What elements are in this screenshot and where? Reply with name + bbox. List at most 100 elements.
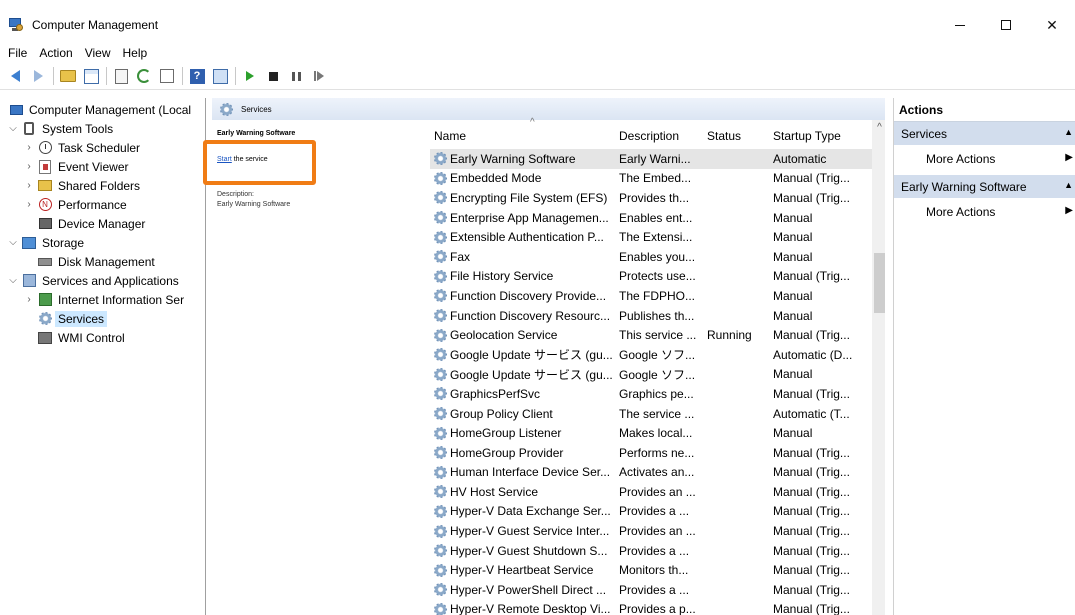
vertical-scrollbar[interactable]: ^	[872, 120, 885, 615]
table-row[interactable]: Hyper-V Heartbeat Service Monitors th... M…	[430, 560, 872, 580]
table-row[interactable]: Geolocation Service This service ... Runni…	[430, 325, 872, 345]
scrollbar-thumb[interactable]	[874, 253, 885, 313]
tree-item-services-and-applications[interactable]: ⌵ Services and Applications	[8, 271, 179, 290]
up-folder-icon	[60, 70, 76, 82]
table-row[interactable]: Enterprise App Managemen... Enables ent..…	[430, 208, 872, 228]
cell-description: Early Warni...	[619, 151, 691, 166]
minimize-button[interactable]	[937, 7, 983, 43]
cell-description: The Embed...	[619, 171, 692, 186]
actions-section-services[interactable]: Services ▲	[894, 122, 1075, 145]
extended-description-pane: Early Warning Software Start the service…	[212, 120, 422, 615]
table-row[interactable]: Hyper-V Data Exchange Ser... Provides a .…	[430, 502, 872, 522]
help-button[interactable]: ?	[186, 65, 208, 87]
table-row[interactable]: Group Policy Client The service ... Automa…	[430, 404, 872, 424]
close-button[interactable]: ✕	[1029, 7, 1075, 43]
chevron-right-icon[interactable]: ›	[24, 180, 34, 191]
window-controls: ✕	[937, 7, 1075, 43]
service-name: Extensible Authentication P...	[450, 230, 604, 245]
up-one-level-button[interactable]	[57, 65, 79, 87]
table-row[interactable]: Encrypting File System (EFS) Provides th.…	[430, 188, 872, 208]
service-name: Early Warning Software	[450, 151, 576, 166]
table-row[interactable]: HomeGroup Provider Performs ne... Manual (…	[430, 443, 872, 463]
menu-action[interactable]: Action	[33, 46, 78, 60]
menu-file[interactable]: File	[2, 46, 33, 60]
export-list-button[interactable]	[156, 65, 178, 87]
scroll-up-arrow-icon[interactable]: ^	[872, 120, 885, 136]
tree-item-shared-folders[interactable]: › Shared Folders	[24, 176, 140, 195]
properties-button[interactable]	[110, 65, 132, 87]
column-header-name[interactable]: Name	[430, 117, 615, 148]
column-header-description[interactable]: Description	[615, 129, 703, 148]
table-row[interactable]: Google Update サービス (gu... Google ソフ... Man…	[430, 365, 872, 385]
tree-item-disk-management[interactable]: Disk Management	[37, 252, 155, 271]
tree-item-storage[interactable]: ⌵ Storage	[8, 233, 84, 252]
forward-button[interactable]	[27, 65, 49, 87]
chevron-right-icon[interactable]: ›	[24, 294, 34, 305]
column-header-startup-type[interactable]: Startup Type	[769, 129, 872, 148]
chevron-down-icon[interactable]: ⌵	[8, 275, 18, 286]
menu-view[interactable]: View	[79, 46, 117, 60]
tree-item-label: Shared Folders	[58, 178, 141, 193]
chevron-down-icon[interactable]: ⌵	[8, 123, 18, 134]
table-row[interactable]: Function Discovery Provide... The FDPHO..…	[430, 286, 872, 306]
column-header-status[interactable]: Status	[703, 129, 769, 148]
service-name: File History Service	[450, 269, 554, 284]
tree-item-event-viewer[interactable]: › Event Viewer	[24, 157, 128, 176]
collapse-up-icon[interactable]: ▲	[1064, 127, 1073, 137]
chevron-right-icon[interactable]: ›	[24, 161, 34, 172]
table-row[interactable]: Function Discovery Resourc... Publishes t…	[430, 306, 872, 326]
table-row[interactable]: Hyper-V Guest Service Inter... Provides a…	[430, 521, 872, 541]
description-label: Description:	[217, 191, 254, 198]
table-row[interactable]: HomeGroup Listener Makes local... Manual	[430, 423, 872, 443]
service-gear-icon	[434, 152, 447, 166]
table-row[interactable]: HV Host Service Provides an ... Manual (Tr…	[430, 482, 872, 502]
table-row[interactable]: Early Warning Software Early Warni... Auto…	[430, 149, 872, 169]
action-more-actions[interactable]: More Actions ▶	[894, 145, 1075, 172]
table-row[interactable]: Fax Enables you... Manual	[430, 247, 872, 267]
cell-name: Hyper-V Guest Shutdown S...	[430, 544, 615, 558]
table-row[interactable]: Extensible Authentication P... The Extens…	[430, 227, 872, 247]
table-row[interactable]: Embedded Mode The Embed... Manual (Trig...	[430, 169, 872, 189]
cell-startup: Manual (Trig...	[773, 524, 850, 539]
tree-item-computer-management[interactable]: Computer Management (Local	[8, 100, 191, 119]
cell-description: Monitors th...	[619, 563, 689, 578]
service-name: Hyper-V Guest Service Inter...	[450, 524, 610, 539]
table-row[interactable]: Google Update サービス (gu... Google ソフ... Aut…	[430, 345, 872, 365]
back-button[interactable]	[4, 65, 26, 87]
tree-item-task-scheduler[interactable]: › Task Scheduler	[24, 138, 140, 157]
tree-item-performance[interactable]: › N Performance	[24, 195, 126, 214]
menu-help[interactable]: Help	[117, 46, 154, 60]
table-row[interactable]: File History Service Protects use... Manua…	[430, 267, 872, 287]
collapse-up-icon[interactable]: ▲	[1064, 180, 1073, 190]
service-gear-icon	[434, 524, 447, 538]
cell-name: Human Interface Device Ser...	[430, 465, 615, 479]
tree-item-device-manager[interactable]: Device Manager	[37, 214, 145, 233]
chevron-right-icon[interactable]: ›	[24, 142, 34, 153]
refresh-button[interactable]	[133, 65, 155, 87]
maximize-button[interactable]	[983, 7, 1029, 43]
table-row[interactable]: Hyper-V PowerShell Direct ... Provides a …	[430, 580, 872, 600]
action-label: More Actions	[926, 204, 996, 219]
table-row[interactable]: Hyper-V Guest Shutdown S... Provides a ..…	[430, 541, 872, 561]
resume-service-button[interactable]	[308, 65, 330, 87]
tree-item-services[interactable]: Services	[37, 309, 108, 328]
actions-section-early-warning-software[interactable]: Early Warning Software ▲	[894, 175, 1075, 198]
toolbar-separator	[106, 67, 107, 85]
tree-item-wmi-control[interactable]: WMI Control	[37, 328, 125, 347]
show-console-button[interactable]	[209, 65, 231, 87]
action-more-actions[interactable]: More Actions ▶	[894, 198, 1075, 225]
show-hide-tree-button[interactable]	[80, 65, 102, 87]
table-row[interactable]: Hyper-V Remote Desktop Vi... Provides a p…	[430, 600, 872, 615]
chevron-right-icon[interactable]: ›	[24, 199, 34, 210]
tree-item-iis[interactable]: › Internet Information Ser	[24, 290, 184, 309]
tree-item-system-tools[interactable]: ⌵ System Tools	[8, 119, 113, 138]
stop-service-button[interactable]	[262, 65, 284, 87]
cell-name: Hyper-V PowerShell Direct ...	[430, 583, 615, 597]
start-service-button[interactable]	[239, 65, 261, 87]
list-rows: Early Warning Software Early Warni... Auto…	[430, 149, 872, 615]
chevron-down-icon[interactable]: ⌵	[8, 237, 18, 248]
pause-service-button[interactable]	[285, 65, 307, 87]
table-row[interactable]: Human Interface Device Ser... Activates a…	[430, 463, 872, 483]
table-row[interactable]: GraphicsPerfSvc Graphics pe... Manual (Tri…	[430, 384, 872, 404]
maximize-icon	[1001, 20, 1011, 30]
